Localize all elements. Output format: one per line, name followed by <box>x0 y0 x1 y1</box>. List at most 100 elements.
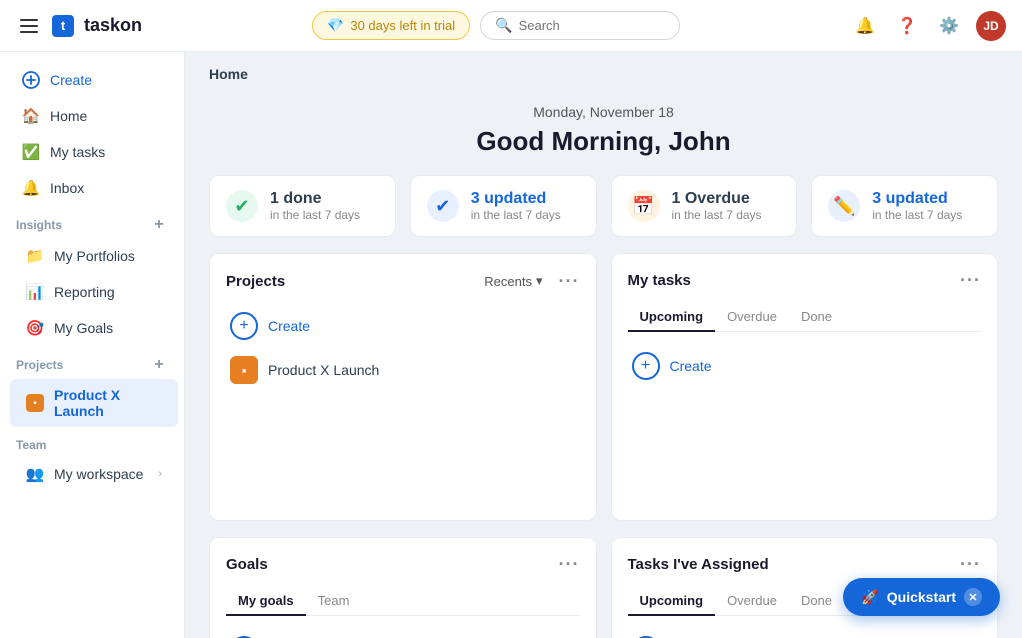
my-tasks-panel-title: My tasks <box>628 272 691 289</box>
assign-task-item[interactable]: + Assign task <box>628 628 982 638</box>
stat-card-overdue[interactable]: 📅 1 Overdue in the last 7 days <box>611 175 798 237</box>
trial-label: 30 days left in trial <box>350 18 455 33</box>
create-icon <box>22 71 40 89</box>
sidebar-item-inbox[interactable]: 🔔 Inbox <box>6 171 178 205</box>
stat-card-updated2[interactable]: ✏️ 3 updated in the last 7 days <box>811 175 998 237</box>
insights-section: Insights + <box>0 206 184 238</box>
portfolios-icon: 📁 <box>26 247 44 265</box>
projects-section-label: Projects <box>16 358 63 372</box>
goals-icon: 🎯 <box>26 319 44 337</box>
tab-overdue[interactable]: Overdue <box>715 303 789 332</box>
sidebar-item-my-portfolios[interactable]: 📁 My Portfolios <box>10 239 178 273</box>
sidebar-label-portfolios: My Portfolios <box>54 248 135 264</box>
help-icon[interactable]: ❓ <box>892 11 922 41</box>
search-box[interactable]: 🔍 <box>480 11 680 40</box>
goals-tabs: My goals Team <box>226 587 580 616</box>
page-header: Home <box>185 52 1022 92</box>
trial-badge[interactable]: 💎 30 days left in trial <box>312 11 470 40</box>
tab-assigned-upcoming[interactable]: Upcoming <box>628 587 716 616</box>
updated2-stat-icon: ✏️ <box>828 190 860 222</box>
sidebar-item-reporting[interactable]: 📊 Reporting <box>10 275 178 309</box>
overdue-stat-icon: 📅 <box>628 190 660 222</box>
sidebar-label-home: Home <box>50 108 87 124</box>
main-content: Home Monday, November 18 Good Morning, J… <box>185 52 1022 638</box>
search-icon: 🔍 <box>495 17 512 34</box>
insights-section-label: Insights <box>16 218 62 232</box>
goals-panel-body: + Add goal You haven't added team goals … <box>226 628 580 638</box>
goals-more-button[interactable]: ··· <box>559 554 580 575</box>
team-section-label: Team <box>16 438 46 452</box>
projects-add-button[interactable]: + <box>150 356 168 374</box>
insights-add-button[interactable]: + <box>150 216 168 234</box>
avatar[interactable]: JD <box>976 11 1006 41</box>
updated1-stat-text: 3 updated in the last 7 days <box>471 190 561 222</box>
inbox-icon: 🔔 <box>22 179 40 197</box>
sidebar-label-goals: My Goals <box>54 320 113 336</box>
tab-upcoming[interactable]: Upcoming <box>628 303 716 332</box>
sidebar-label-my-tasks: My tasks <box>50 144 105 160</box>
header-right: 🔔 ❓ ⚙️ JD <box>850 11 1006 41</box>
quickstart-close-button[interactable]: ✕ <box>964 588 982 606</box>
projects-create-label: Create <box>268 318 310 334</box>
quickstart-label: Quickstart <box>887 589 956 605</box>
my-tasks-create-item[interactable]: + Create <box>628 344 982 388</box>
assigned-more-button[interactable]: ··· <box>960 554 981 575</box>
sidebar: Create 🏠 Home ✅ My tasks 🔔 Inbox Insight… <box>0 52 185 638</box>
project-item-name: Product X Launch <box>268 362 379 378</box>
assigned-panel-header: Tasks I've Assigned ··· <box>628 554 982 575</box>
my-tasks-panel-body: + Create <box>628 344 982 504</box>
sidebar-item-create[interactable]: Create <box>6 63 178 97</box>
tab-assigned-done[interactable]: Done <box>789 587 844 616</box>
updated2-sub: in the last 7 days <box>872 208 962 222</box>
my-tasks-create-label: Create <box>670 358 712 374</box>
notifications-icon[interactable]: 🔔 <box>850 11 880 41</box>
done-sub: in the last 7 days <box>270 208 360 222</box>
hamburger-menu[interactable] <box>16 15 42 37</box>
projects-panel-actions: Recents ▾ ··· <box>476 270 579 292</box>
add-goal-item[interactable]: + Add goal <box>226 628 580 638</box>
my-tasks-more-button[interactable]: ··· <box>960 270 981 291</box>
done-stat-icon: ✔ <box>226 190 258 222</box>
home-icon: 🏠 <box>22 107 40 125</box>
projects-create-item[interactable]: + Create <box>226 304 580 348</box>
sidebar-item-my-tasks[interactable]: ✅ My tasks <box>6 135 178 169</box>
tasks-icon: ✅ <box>22 143 40 161</box>
projects-more-button[interactable]: ··· <box>559 271 580 292</box>
hero-greeting: Good Morning, John <box>185 126 1022 157</box>
sidebar-item-product-x-launch[interactable]: ▪ Product X Launch <box>10 379 178 427</box>
stat-card-done[interactable]: ✔ 1 done in the last 7 days <box>209 175 396 237</box>
hero-date: Monday, November 18 <box>185 104 1022 120</box>
search-input[interactable] <box>519 18 649 33</box>
breadcrumb: Home <box>209 66 248 82</box>
done-value: 1 done <box>270 190 360 208</box>
stat-card-updated1[interactable]: ✔ 3 updated in the last 7 days <box>410 175 597 237</box>
app-header: t taskon 💎 30 days left in trial 🔍 🔔 ❓ ⚙… <box>0 0 1022 52</box>
project-item-product-x[interactable]: ▪ Product X Launch <box>226 348 580 392</box>
gem-icon: 💎 <box>327 17 344 34</box>
create-label: Create <box>50 72 92 88</box>
recents-label: Recents <box>484 274 532 289</box>
settings-icon[interactable]: ⚙️ <box>934 11 964 41</box>
tab-team-goals[interactable]: Team <box>306 587 362 616</box>
chevron-down-icon: ▾ <box>536 273 543 289</box>
tab-done[interactable]: Done <box>789 303 844 332</box>
goals-panel-title: Goals <box>226 556 268 573</box>
hero-section: Monday, November 18 Good Morning, John <box>185 92 1022 175</box>
updated2-value: 3 updated <box>872 190 962 208</box>
project-item-icon: ▪ <box>230 356 258 384</box>
updated1-value: 3 updated <box>471 190 561 208</box>
tab-my-goals[interactable]: My goals <box>226 587 306 616</box>
updated1-sub: in the last 7 days <box>471 208 561 222</box>
tasks-create-icon: + <box>632 352 660 380</box>
workspace-icon: 👥 <box>26 465 44 483</box>
sidebar-item-home[interactable]: 🏠 Home <box>6 99 178 133</box>
projects-section: Projects + <box>0 346 184 378</box>
sidebar-item-my-workspace[interactable]: 👥 My workspace › <box>10 457 178 491</box>
recents-dropdown[interactable]: Recents ▾ <box>476 270 550 292</box>
tab-assigned-overdue[interactable]: Overdue <box>715 587 789 616</box>
panels-row-top: Projects Recents ▾ ··· + Create <box>185 253 1022 537</box>
sidebar-item-my-goals[interactable]: 🎯 My Goals <box>10 311 178 345</box>
quickstart-button[interactable]: 🚀 Quickstart ✕ <box>843 578 1000 616</box>
project-icon: ▪ <box>26 394 44 412</box>
updated2-stat-text: 3 updated in the last 7 days <box>872 190 962 222</box>
